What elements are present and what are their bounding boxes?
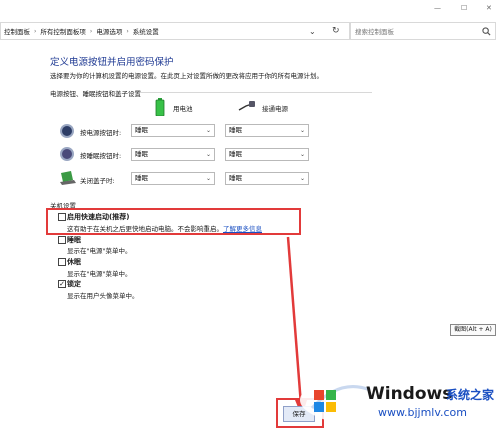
refresh-icon[interactable]: ↻ [332,26,340,36]
row-label-sleep: 按睡眠按钮时: [80,152,122,160]
col-plugged-label: 接通电源 [262,105,288,113]
hibernate-checkbox[interactable] [58,258,66,266]
lock-checkbox[interactable]: ✓ [58,280,66,288]
power-plugged-select[interactable]: 睡眠 ⌄ [225,124,309,137]
power-icon [60,124,74,138]
chevron-down-icon: ⌄ [205,127,211,134]
close-button[interactable]: ✕ [486,4,492,12]
breadcrumb-power-options[interactable]: 电源选项 [93,26,125,36]
sleep-plugged-select[interactable]: 睡眠 ⌄ [225,148,309,161]
sleep-icon [60,147,74,161]
chevron-down-icon: ⌄ [205,175,211,182]
page-subtitle: 选择要为你的计算机设置的电源设置。在此页上对设置所做的更改将应用于你的所有电源计… [50,72,323,80]
battery-icon [155,98,165,116]
group-buttons-title: 电源按钮、睡眠按钮和盖子设置 [50,90,141,98]
address-bar[interactable]: 控制面板 › 所有控制面板项 › 电源选项 › 系统设置 [0,22,350,40]
lid-icon [60,171,76,185]
breadcrumb-all-items[interactable]: 所有控制面板项 [37,26,89,36]
chevron-down-icon: ⌄ [299,127,305,134]
power-battery-select[interactable]: 睡眠 ⌄ [131,124,215,137]
watermark-tagline: 系统之家 [446,388,495,402]
lock-option-desc: 显示在用户头像菜单中。 [67,292,139,300]
minimize-button[interactable]: — [434,4,441,12]
chevron-down-icon: ⌄ [299,175,305,182]
breadcrumb-system-settings[interactable]: 系统设置 [130,26,162,36]
search-icon [482,26,491,36]
lid-plugged-select[interactable]: 睡眠 ⌄ [225,172,309,185]
address-dropdown-icon[interactable]: ⌄ [309,27,316,36]
hibernate-option-desc: 显示在"电源"菜单中。 [67,270,132,278]
row-label-power: 按电源按钮时: [80,129,122,137]
watermark-url: www.bjjmlv.com [378,406,467,419]
hibernate-option-title: 休眠 [67,258,81,266]
sleep-battery-select[interactable]: 睡眠 ⌄ [131,148,215,161]
search-input[interactable]: 搜索控制面板 [350,22,496,40]
screenshot-tooltip: 截图(Alt + A) [450,324,496,336]
chevron-down-icon: ⌄ [299,151,305,158]
sleep-option-title: 睡眠 [67,236,81,244]
lid-battery-select[interactable]: 睡眠 ⌄ [131,172,215,185]
highlight-box [46,208,301,235]
maximize-button[interactable]: ☐ [461,4,467,12]
sleep-checkbox[interactable] [58,236,66,244]
page-title: 定义电源按钮并启用密码保护 [50,57,174,68]
lock-option-title: 锁定 [67,280,81,288]
sleep-option-desc: 显示在"电源"菜单中。 [67,247,132,255]
row-label-lid: 关闭盖子时: [80,177,115,185]
plug-icon [238,101,255,111]
col-battery-label: 用电池 [173,105,193,113]
group-divider [140,92,372,93]
watermark-brand: Windows [366,384,453,404]
chevron-down-icon: ⌄ [205,151,211,158]
breadcrumb-control-panel[interactable]: 控制面板 [1,26,33,36]
